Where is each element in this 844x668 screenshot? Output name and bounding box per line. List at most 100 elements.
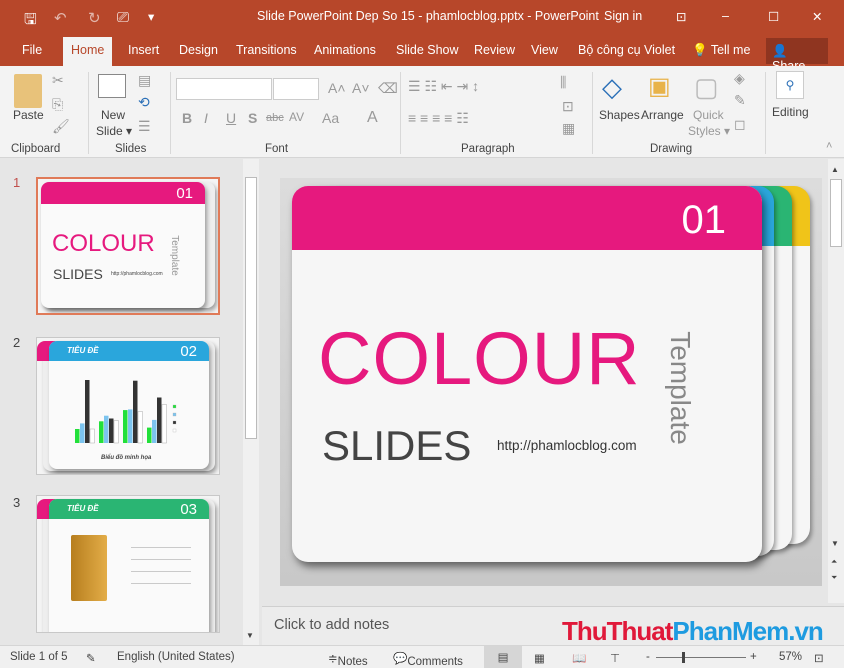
next-slide-icon[interactable]: ⏷ xyxy=(831,573,837,583)
new-slide-dropdown[interactable]: Slide ▾ xyxy=(96,124,132,138)
share-button[interactable]: 👤 Share xyxy=(766,38,828,73)
previous-slide-icon[interactable]: ⏶ xyxy=(831,557,837,567)
fit-to-window-icon[interactable]: ⊡ xyxy=(814,651,824,665)
clear-format-icon[interactable]: ⌫ xyxy=(378,80,398,97)
scroll-down-icon[interactable]: ▼ xyxy=(831,539,839,548)
new-slide-button[interactable]: New xyxy=(101,108,125,122)
zoom-level[interactable]: 57% xyxy=(779,651,802,663)
maximize-button[interactable]: ☐ xyxy=(768,9,779,24)
shape-fill-icon[interactable]: ◈ xyxy=(734,70,745,87)
notes-button[interactable]: ≑ Notes xyxy=(328,651,368,668)
spell-check-icon[interactable]: ✎ xyxy=(86,651,96,665)
paste-button[interactable]: Paste xyxy=(13,108,44,122)
thumbnail-slide-3[interactable]: TIÊU ĐỀ 03 xyxy=(36,495,220,633)
minimize-button[interactable]: – xyxy=(722,9,729,23)
scroll-thumb[interactable] xyxy=(830,179,842,247)
legend-swatch xyxy=(172,420,177,425)
sign-in-link[interactable]: Sign in xyxy=(604,9,642,23)
tab-design[interactable]: Design xyxy=(179,43,218,57)
slide-subtitle[interactable]: SLIDES xyxy=(322,422,471,470)
paste-icon[interactable] xyxy=(14,74,42,108)
save-icon[interactable]: 🖫 xyxy=(24,9,37,34)
copy-icon[interactable]: ⎘ xyxy=(52,96,63,113)
tab-view[interactable]: View xyxy=(531,43,558,57)
divider xyxy=(88,72,89,154)
font-color-button[interactable]: A xyxy=(367,109,378,127)
ribbon-display-icon[interactable]: ⊡ xyxy=(676,9,686,24)
section-icon[interactable]: ☰ xyxy=(138,118,151,135)
collapse-ribbon-icon[interactable]: ˄ xyxy=(826,140,832,152)
new-slide-icon[interactable] xyxy=(98,74,126,98)
strikethrough-button[interactable]: abc xyxy=(266,112,284,124)
thumbnail-scrollbar[interactable]: ▼ xyxy=(243,159,259,645)
underline-button[interactable]: U xyxy=(226,110,236,126)
shrink-font-icon[interactable]: A˅ xyxy=(352,80,370,96)
zoom-in-button[interactable]: + xyxy=(750,651,757,663)
font-name-input[interactable] xyxy=(176,78,272,100)
slide-canvas[interactable]: 01 COLOUR SLIDES http://phamlocblog.com … xyxy=(280,178,822,586)
tab-animations[interactable]: Animations xyxy=(314,43,376,57)
tab-file[interactable]: File xyxy=(22,43,42,57)
char-spacing-button[interactable]: AV xyxy=(289,110,304,124)
notes-placeholder[interactable]: Click to add notes xyxy=(274,617,389,633)
format-painter-icon[interactable]: 🖌 xyxy=(52,118,70,135)
normal-view-button[interactable]: ▤ xyxy=(484,646,522,668)
quick-styles-button[interactable]: Quick xyxy=(693,108,724,122)
scroll-thumb[interactable] xyxy=(245,177,257,439)
font-size-input[interactable] xyxy=(273,78,319,100)
comments-button[interactable]: 💬 Comments xyxy=(393,651,463,668)
tab-transitions[interactable]: Transitions xyxy=(236,43,297,57)
zoom-slider[interactable] xyxy=(656,652,746,663)
scroll-down-icon[interactable]: ▼ xyxy=(246,631,254,640)
text-direction-icon[interactable]: ⫼ xyxy=(560,74,566,91)
italic-button[interactable]: I xyxy=(204,110,208,126)
tell-me-search[interactable]: 💡 Tell me xyxy=(692,43,750,58)
thumbnail-slide-2[interactable]: TIÊU ĐỀ 02 Biểu đồ minh họa xyxy=(36,337,220,475)
slide-url[interactable]: http://phamlocblog.com xyxy=(497,438,637,453)
redo-icon[interactable]: ↻ xyxy=(88,9,101,27)
shape-effects-icon[interactable]: ◻ xyxy=(734,116,746,133)
shapes-button[interactable]: Shapes xyxy=(599,108,640,122)
tab-review[interactable]: Review xyxy=(474,43,515,57)
zoom-out-button[interactable]: - xyxy=(646,651,650,663)
reading-view-button[interactable]: 📖 xyxy=(572,651,586,665)
thumbnail-slide-1[interactable]: 01 COLOUR SLIDES http://phamlocblog.com … xyxy=(36,177,220,315)
grow-font-icon[interactable]: A˄ xyxy=(328,80,346,96)
align-text-icon[interactable]: ⊡ xyxy=(562,98,574,115)
shapes-icon[interactable]: ◇ xyxy=(602,72,622,103)
start-presentation-icon[interactable]: ⎚ xyxy=(117,9,129,26)
undo-icon[interactable]: ↶ xyxy=(54,9,67,27)
tab-slide-show[interactable]: Slide Show xyxy=(396,43,459,57)
notes-pane[interactable]: Click to add notes ThuThuatPhanMem.vn xyxy=(262,606,844,646)
shadow-button[interactable]: S xyxy=(248,110,257,126)
arrange-button[interactable]: Arrange xyxy=(641,108,684,122)
tab-home[interactable]: Home xyxy=(63,37,113,66)
slideshow-button[interactable]: ⊤ xyxy=(610,651,620,665)
smartart-icon[interactable]: ▦ xyxy=(562,120,575,137)
arrange-icon[interactable]: ▣ xyxy=(648,72,671,101)
editor-scrollbar[interactable]: ▲ ▼ ⏶ ⏷ xyxy=(828,159,844,603)
quick-styles-icon[interactable]: ▢ xyxy=(694,72,719,103)
slide-title[interactable]: COLOUR xyxy=(318,316,641,401)
quick-styles-dropdown[interactable]: Styles ▾ xyxy=(688,124,730,138)
find-icon[interactable]: ⚲ xyxy=(776,71,804,99)
cut-icon[interactable]: ✂ xyxy=(52,72,64,89)
slide-sorter-button[interactable]: ▦ xyxy=(534,651,545,665)
bold-button[interactable]: B xyxy=(182,110,192,126)
language-indicator[interactable]: English (United States) xyxy=(117,651,235,663)
layout-icon[interactable]: ▤ xyxy=(138,72,151,89)
zoom-slider-thumb[interactable] xyxy=(681,652,685,663)
tab-violet[interactable]: Bộ công cụ Violet xyxy=(578,43,675,57)
shape-outline-icon[interactable]: ✎ xyxy=(734,92,746,109)
align-icons[interactable]: ≡ ≡ ≡ ≡ ☷ xyxy=(408,110,469,127)
editing-button[interactable]: Editing xyxy=(772,105,809,119)
scroll-up-icon[interactable]: ▲ xyxy=(831,165,839,174)
tab-insert[interactable]: Insert xyxy=(128,43,159,57)
slide-side-text[interactable]: Template xyxy=(664,318,696,458)
reset-icon[interactable]: ⟲ xyxy=(138,94,150,111)
slide-thumbnail-pane: 1 01 COLOUR SLIDES http://phamlocblog.co… xyxy=(0,159,243,645)
close-button[interactable]: ✕ xyxy=(812,9,822,24)
bullets-icon[interactable]: ☰ ☷ ⇤ ⇥ ↕ xyxy=(408,78,479,95)
change-case-button[interactable]: Aa xyxy=(322,110,339,126)
customize-qat-icon[interactable]: ▾ xyxy=(148,9,154,24)
